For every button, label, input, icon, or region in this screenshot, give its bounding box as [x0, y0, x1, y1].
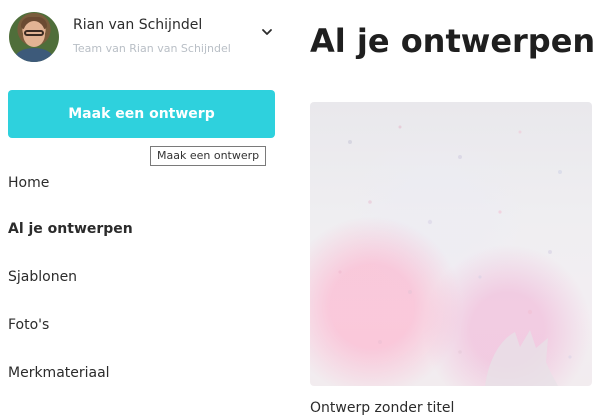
- app: Rian van Schijndel Team van Rian van Sch…: [0, 0, 607, 419]
- account-team: Team van Rian van Schijndel: [73, 42, 231, 55]
- sidebar-item-brand-kit[interactable]: Merkmateriaal: [8, 365, 110, 381]
- design-thumbnail: [338, 125, 572, 386]
- design-card[interactable]: [310, 102, 592, 386]
- page-title: Al je ontwerpen: [310, 22, 596, 60]
- chevron-down-icon[interactable]: [261, 26, 273, 38]
- sidebar-item-photos[interactable]: Foto's: [8, 317, 49, 333]
- account-name: Rian van Schijndel: [73, 17, 203, 33]
- avatar: [9, 12, 59, 62]
- design-title[interactable]: Ontwerp zonder titel: [310, 400, 454, 416]
- sidebar-item-all-designs[interactable]: Al je ontwerpen: [8, 221, 133, 237]
- account-switcher[interactable]: Rian van Schijndel Team van Rian van Sch…: [9, 12, 279, 62]
- sidebar-item-home[interactable]: Home: [8, 175, 49, 191]
- create-design-tooltip: Maak een ontwerp: [150, 146, 267, 166]
- sidebar: Rian van Schijndel Team van Rian van Sch…: [0, 0, 290, 419]
- sidebar-item-templates[interactable]: Sjablonen: [8, 269, 77, 285]
- create-design-button[interactable]: Maak een ontwerp: [8, 90, 275, 138]
